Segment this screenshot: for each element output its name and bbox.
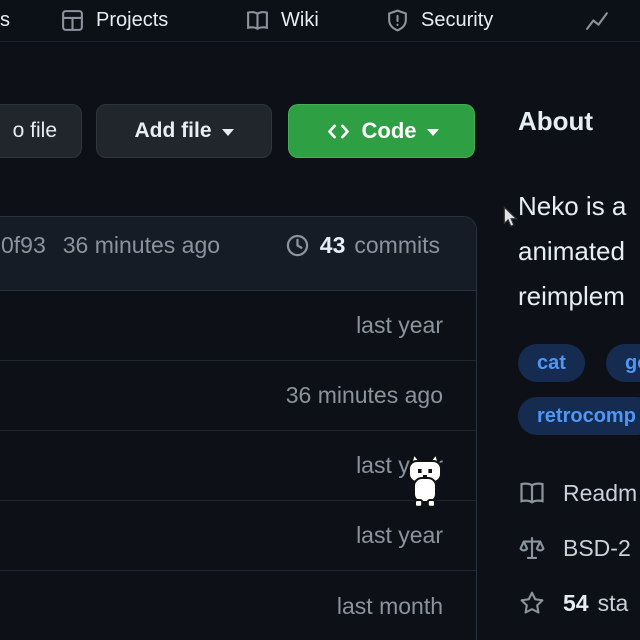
about-description-line: animated: [518, 229, 626, 274]
tab-wiki[interactable]: Wiki: [245, 0, 319, 40]
code-button[interactable]: Code: [288, 104, 475, 158]
tab-label: Projects: [96, 9, 168, 32]
commits-count: 43: [320, 232, 346, 259]
file-row[interactable]: last month: [0, 571, 476, 640]
go-to-file-button[interactable]: o file: [0, 104, 82, 158]
about-heading: About: [518, 106, 593, 137]
tab-insights[interactable]: [585, 0, 621, 40]
file-row[interactable]: last year: [0, 291, 476, 361]
github-repo-page: s Projects Wiki Security: [0, 0, 640, 640]
readme-label: Readm: [563, 480, 637, 507]
chevron-down-icon: [427, 129, 439, 136]
commit-time: 36 minutes ago: [63, 232, 220, 259]
clock-history-icon: [284, 232, 311, 259]
stars-link[interactable]: 54 sta: [518, 588, 628, 618]
graph-icon: [585, 8, 610, 33]
about-description: Neko is a animated reimplem: [518, 184, 626, 319]
book-icon: [518, 479, 546, 507]
star-icon: [518, 589, 546, 617]
book-icon: [245, 8, 270, 33]
repo-tab-bar: s Projects Wiki Security: [0, 0, 640, 42]
tab-label: Wiki: [281, 9, 319, 32]
commit-history-link[interactable]: 43 commits: [284, 232, 440, 259]
tab-issues-partial[interactable]: s: [0, 0, 10, 40]
shield-icon: [385, 8, 410, 33]
file-row-time: last year: [356, 312, 443, 339]
code-label: Code: [362, 118, 417, 144]
topic-cat[interactable]: cat: [518, 344, 585, 382]
tab-label: Security: [421, 9, 493, 32]
topic-retrocomputing[interactable]: retrocomp: [518, 397, 640, 435]
license-link[interactable]: BSD-2: [518, 533, 631, 563]
commits-label: commits: [354, 232, 440, 259]
about-description-line: Neko is a: [518, 184, 626, 229]
file-table-card: 0f93 36 minutes ago 43 commits last year…: [0, 216, 477, 640]
neko-cat-sprite: [402, 452, 448, 515]
tab-label: s: [0, 9, 10, 32]
latest-commit-bar[interactable]: 0f93 36 minutes ago 43 commits: [0, 217, 476, 291]
topic-go[interactable]: go: [606, 344, 640, 382]
commit-hash[interactable]: 0f93: [1, 232, 46, 259]
law-icon: [518, 534, 546, 562]
license-label: BSD-2: [563, 535, 631, 562]
file-row-time: last year: [356, 522, 443, 549]
readme-link[interactable]: Readm: [518, 478, 637, 508]
file-row-time: last month: [337, 593, 443, 620]
tab-projects[interactable]: Projects: [60, 0, 168, 40]
add-file-label: Add file: [135, 119, 212, 143]
file-row[interactable]: 36 minutes ago: [0, 361, 476, 431]
stars-count: 54: [563, 590, 589, 617]
table-icon: [60, 8, 85, 33]
about-description-line: reimplem: [518, 274, 626, 319]
code-brackets-icon: [325, 118, 352, 145]
stars-label: sta: [598, 590, 629, 617]
add-file-button[interactable]: Add file: [96, 104, 272, 158]
chevron-down-icon: [222, 129, 234, 136]
go-to-file-label: o file: [13, 119, 57, 143]
file-row-time: 36 minutes ago: [286, 382, 443, 409]
mouse-cursor: [503, 206, 520, 235]
tab-security[interactable]: Security: [385, 0, 493, 40]
